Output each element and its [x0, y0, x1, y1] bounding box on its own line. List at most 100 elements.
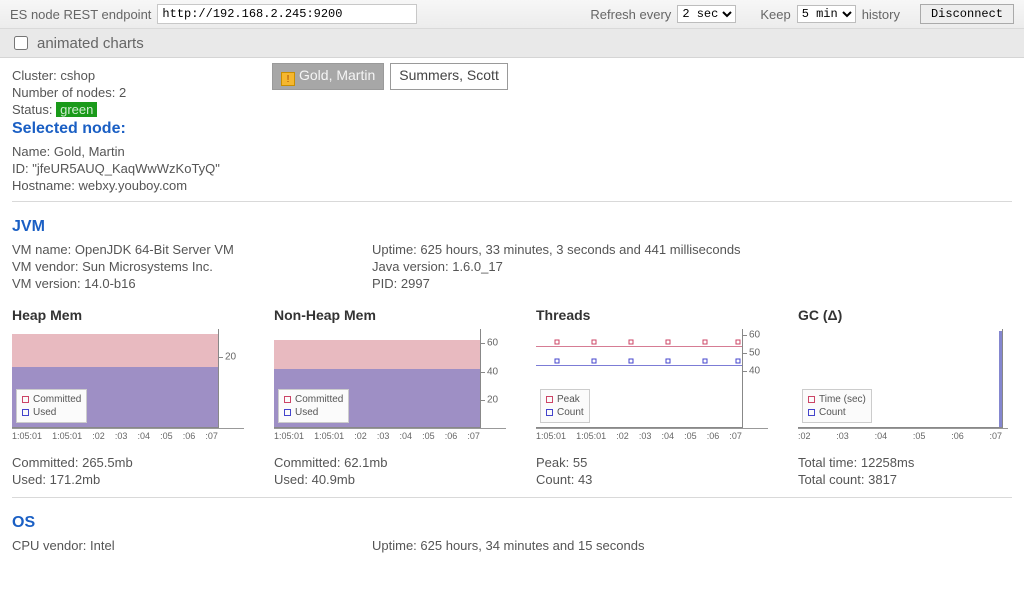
animated-charts-label: animated charts — [37, 35, 144, 52]
legend-swatch-icon — [284, 396, 291, 403]
chart-title: GC (Δ) — [798, 307, 1008, 323]
y-tick: 40 — [749, 365, 760, 376]
vm-name: OpenJDK 64-Bit Server VM — [75, 242, 234, 257]
stat-value: 171.2mb — [50, 472, 101, 487]
chart-legend: Committed Used — [16, 389, 87, 423]
y-tick: 60 — [487, 337, 498, 348]
status-label: Status: — [12, 102, 52, 117]
chart-stats: Peak: 55 Count: 43 — [536, 455, 768, 487]
x-tick: 1:05:01 — [536, 431, 566, 441]
chart-stats: Total time: 12258ms Total count: 3817 — [798, 455, 1008, 487]
x-tick: :03 — [836, 431, 849, 441]
node-tabs: ! Gold, Martin Summers, Scott — [272, 63, 1012, 90]
legend-label: Committed — [295, 393, 343, 406]
x-tick: :05 — [684, 431, 697, 441]
x-tick: :06 — [445, 431, 458, 441]
jvm-uptime-label: Uptime: — [372, 242, 417, 257]
jvm-uptime: 625 hours, 33 minutes, 3 seconds and 441… — [420, 242, 740, 257]
x-tick: :02 — [616, 431, 629, 441]
x-axis: 1:05:01 1:05:01 :02 :03 :04 :05 :06 :07 — [274, 431, 506, 441]
y-axis: 60 40 20 — [480, 329, 506, 428]
stat-label: Count — [536, 472, 571, 487]
os-uptime-label: Uptime: — [372, 538, 417, 553]
x-tick: 1:05:01 — [274, 431, 304, 441]
legend-label: Count — [557, 406, 584, 419]
node-tab-label: Summers, Scott — [399, 67, 499, 83]
line-count — [536, 365, 742, 366]
legend-swatch-icon — [546, 396, 553, 403]
x-tick: :07 — [467, 431, 480, 441]
vm-name-label: VM name: — [12, 242, 71, 257]
cluster-name: cshop — [60, 68, 95, 83]
os-info: CPU vendor: Intel Uptime: 625 hours, 34 … — [12, 538, 1012, 555]
x-tick: :05 — [913, 431, 926, 441]
x-tick: :02 — [354, 431, 367, 441]
node-tab-label: Gold, Martin — [299, 67, 375, 83]
warning-icon: ! — [281, 72, 295, 86]
x-axis: :02 :03 :04 :05 :06 :07 — [798, 431, 1008, 441]
sel-host: webxy.youboy.com — [79, 178, 188, 193]
y-tick: 60 — [749, 329, 760, 340]
node-count-label: Number of nodes: — [12, 85, 115, 100]
chart-legend: Committed Used — [278, 389, 349, 423]
chart-plot: Time (sec) Count — [798, 329, 1002, 428]
legend-label: Committed — [33, 393, 81, 406]
stat-label: Used — [12, 472, 42, 487]
node-count-value: 2 — [119, 85, 126, 100]
x-tick: :05 — [422, 431, 435, 441]
endpoint-label: ES node REST endpoint — [10, 7, 151, 22]
x-tick: :07 — [729, 431, 742, 441]
stat-value: 43 — [578, 472, 592, 487]
vm-version-label: VM version: — [12, 276, 81, 291]
vm-vendor: Sun Microsystems Inc. — [82, 259, 213, 274]
keep-select[interactable]: 5 min — [797, 5, 856, 23]
x-tick: :03 — [115, 431, 128, 441]
history-label: history — [862, 7, 900, 22]
legend-swatch-icon — [808, 409, 815, 416]
animated-charts-checkbox[interactable] — [14, 36, 28, 50]
legend-swatch-icon — [22, 396, 29, 403]
x-tick: :06 — [951, 431, 964, 441]
endpoint-input[interactable] — [157, 4, 417, 24]
x-tick: :02 — [92, 431, 105, 441]
chart-plot: Peak Count — [536, 329, 742, 428]
legend-swatch-icon — [284, 409, 291, 416]
cpu-vendor: Intel — [90, 538, 115, 553]
x-tick: :03 — [377, 431, 390, 441]
sel-host-label: Hostname: — [12, 178, 75, 193]
legend-swatch-icon — [546, 409, 553, 416]
os-uptime: 625 hours, 34 minutes and 15 seconds — [420, 538, 644, 553]
stat-value: 55 — [573, 455, 587, 470]
y-axis: 60 50 40 — [742, 329, 768, 428]
stat-value: 40.9mb — [312, 472, 355, 487]
chart-nonheap-mem: Non-Heap Mem Committed Used 60 40 20 — [274, 307, 506, 489]
cpu-vendor-label: CPU vendor: — [12, 538, 86, 553]
refresh-label: Refresh every — [590, 7, 671, 22]
legend-swatch-icon — [808, 396, 815, 403]
x-tick: :07 — [205, 431, 218, 441]
stat-value: 265.5mb — [82, 455, 133, 470]
status-badge: green — [56, 102, 97, 117]
line-peak — [536, 346, 742, 347]
x-axis: 1:05:01 1:05:01 :02 :03 :04 :05 :06 :07 — [12, 431, 244, 441]
disconnect-button[interactable]: Disconnect — [920, 4, 1014, 24]
refresh-select[interactable]: 2 sec — [677, 5, 736, 23]
divider — [12, 201, 1012, 202]
chart-heap-mem: Heap Mem Committed Used 20 1:05:01 1:05:… — [12, 307, 244, 489]
node-tab-summers-scott[interactable]: Summers, Scott — [390, 63, 508, 90]
chart-stats: Committed: 62.1mb Used: 40.9mb — [274, 455, 506, 487]
charts-row: Heap Mem Committed Used 20 1:05:01 1:05:… — [12, 307, 1012, 489]
chart-legend: Time (sec) Count — [802, 389, 872, 423]
y-tick: 50 — [749, 347, 760, 358]
x-tick: :07 — [989, 431, 1002, 441]
x-tick: :02 — [798, 431, 811, 441]
stat-label: Committed — [12, 455, 75, 470]
chart-stats: Committed: 265.5mb Used: 171.2mb — [12, 455, 244, 487]
sel-name-label: Name: — [12, 144, 50, 159]
y-axis: 20 — [218, 329, 244, 428]
java-version: 1.6.0_17 — [452, 259, 503, 274]
top-toolbar: ES node REST endpoint Refresh every 2 se… — [0, 0, 1024, 29]
pid-label: PID: — [372, 276, 397, 291]
node-tab-gold-martin[interactable]: ! Gold, Martin — [272, 63, 384, 90]
x-tick: :04 — [400, 431, 413, 441]
